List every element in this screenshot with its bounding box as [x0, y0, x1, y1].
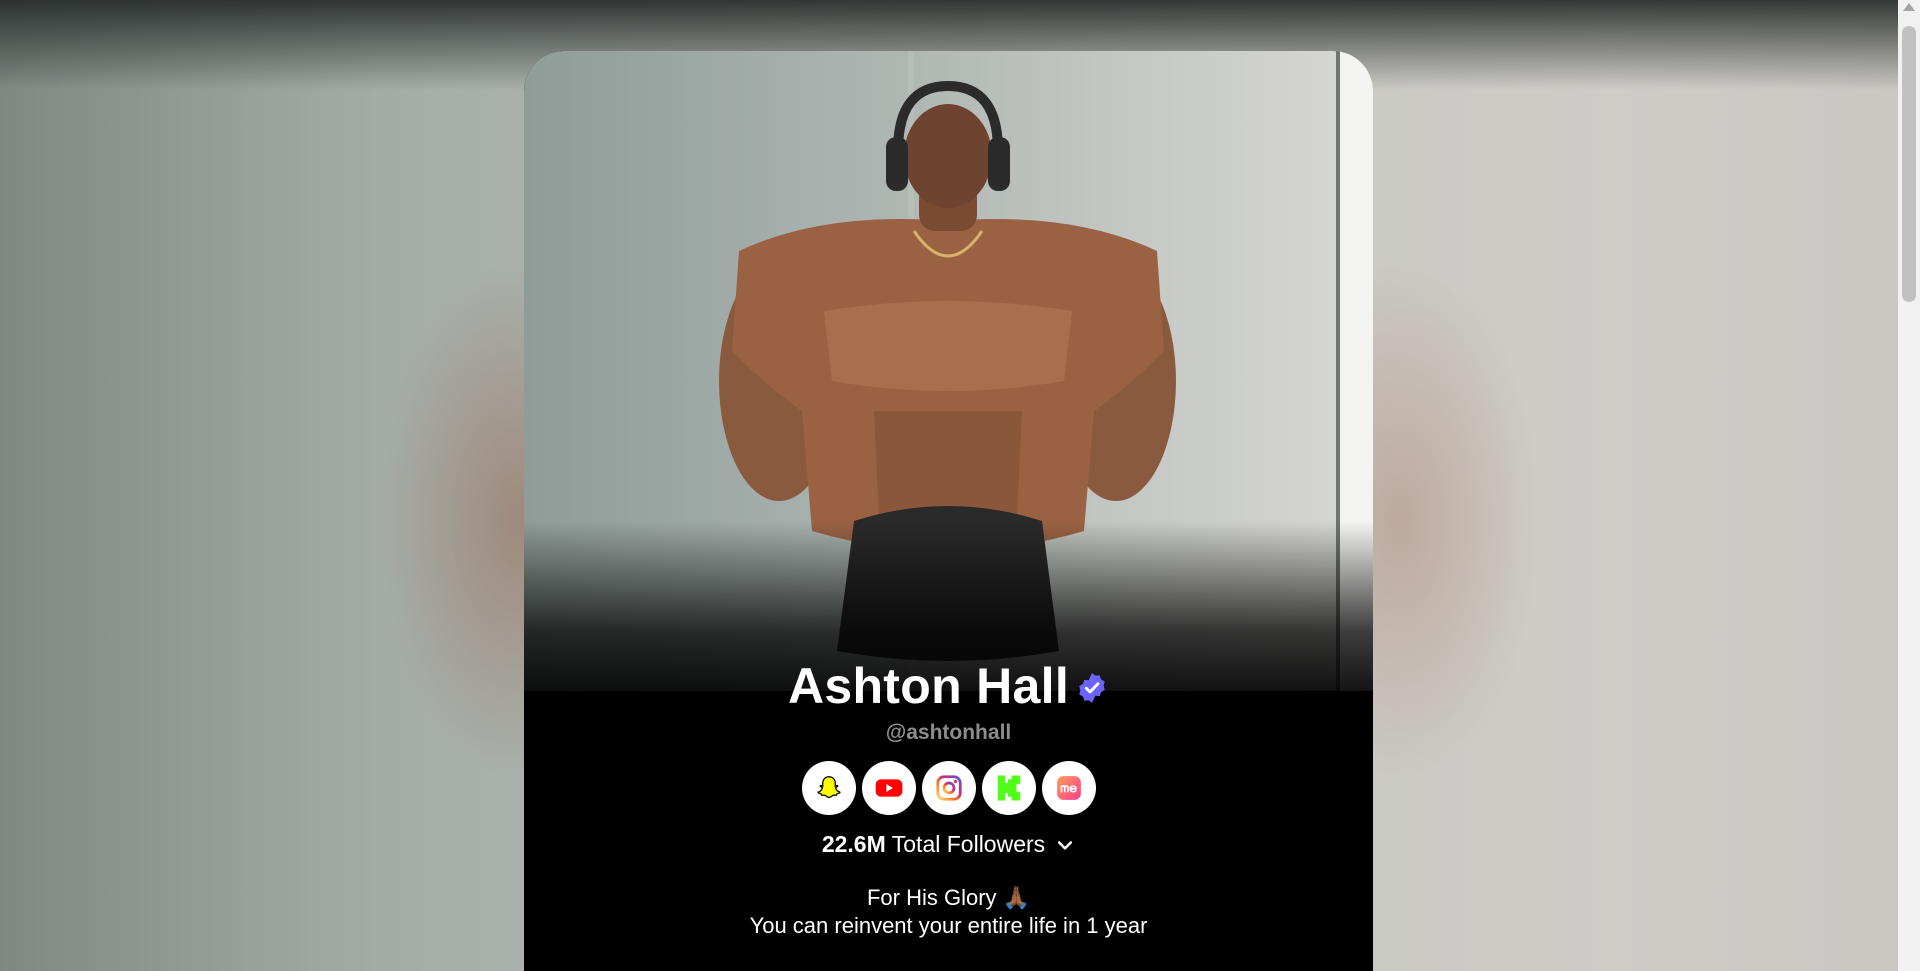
profile-info: Ashton Hall @ashtonhall 22.6M Total Foll…	[524, 655, 1373, 940]
page-scrollbar[interactable]	[1898, 0, 1920, 971]
profile-photo	[524, 51, 1373, 721]
instagram-icon	[935, 775, 962, 801]
profile-name: Ashton Hall	[787, 658, 1070, 714]
snapchat-icon	[816, 776, 841, 799]
followers-count: 22.6M	[821, 831, 886, 857]
social-links	[524, 761, 1373, 815]
scrollbar-thumb[interactable]	[1902, 26, 1916, 302]
followers-label: Total Followers	[891, 831, 1046, 857]
bio-line: You can reinvent your entire life in 1 y…	[749, 913, 1148, 938]
profile-card: Ashton Hall @ashtonhall 22.6M Total Foll…	[524, 51, 1373, 971]
linkme-icon	[1056, 776, 1081, 800]
profile-bio: For His Glory 🙏🏾 You can reinvent your e…	[524, 884, 1373, 940]
youtube-icon	[875, 779, 902, 797]
youtube-link[interactable]	[861, 761, 916, 815]
instagram-link[interactable]	[921, 761, 976, 815]
followers-toggle[interactable]: 22.6M Total Followers	[524, 831, 1373, 858]
kick-icon	[997, 775, 1020, 801]
kick-link[interactable]	[981, 761, 1036, 815]
bio-line: For His Glory 🙏🏾	[866, 885, 1031, 910]
snapchat-link[interactable]	[801, 761, 856, 815]
scroll-up-arrow-icon[interactable]	[1903, 3, 1915, 11]
linkme-link[interactable]	[1041, 761, 1096, 815]
profile-handle: @ashtonhall	[885, 721, 1012, 744]
verified-badge-icon	[1079, 673, 1105, 703]
chevron-down-icon	[1058, 840, 1073, 850]
name-row: Ashton Hall	[524, 655, 1373, 717]
